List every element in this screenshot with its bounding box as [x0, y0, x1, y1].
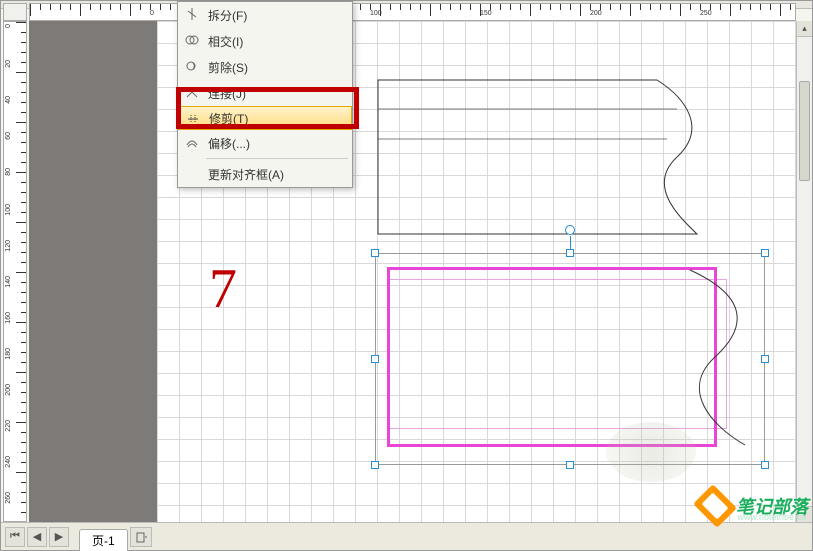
watermark-subtext: www.notetribe.cn [737, 512, 806, 522]
rotation-handle[interactable] [565, 225, 575, 235]
flag-shape-svg [377, 79, 702, 235]
page-tab-active[interactable]: 页-1 [79, 529, 128, 551]
add-page-button[interactable] [130, 527, 152, 547]
shape-flag-top[interactable] [377, 79, 702, 235]
resize-handle-se[interactable] [761, 461, 769, 469]
resize-handle-s[interactable] [566, 461, 574, 469]
scroll-thumb[interactable] [799, 81, 810, 181]
selection-group[interactable] [375, 253, 765, 465]
resize-handle-w[interactable] [371, 355, 379, 363]
menu-item-intersect[interactable]: 相交(I) [178, 28, 352, 54]
menu-item-connect[interactable]: 连接(J) [178, 80, 352, 106]
ruler-horizontal[interactable]: 050100150200250300 [29, 3, 796, 21]
step-number: 7 [209, 257, 237, 321]
offset-icon [184, 134, 200, 150]
resize-handle-nw[interactable] [371, 249, 379, 257]
page-next-button[interactable]: ▶ [49, 527, 69, 547]
app-window: 050100150200250300 020406080100120140160… [0, 0, 813, 551]
subtract-icon [184, 58, 200, 74]
status-bar: ⏮ ◀ ▶ 页-1 [1, 522, 812, 550]
intersect-icon [184, 32, 200, 48]
menu-label: 拆分(F) [208, 7, 247, 24]
menu-label: 偏移(...) [208, 135, 250, 152]
watermark-primary: 笔记部落 www.notetribe.cn [698, 492, 808, 520]
canvas[interactable]: 7 [29, 21, 796, 522]
connect-icon [184, 84, 200, 100]
page-prev-button[interactable]: ◀ [27, 527, 47, 547]
menu-item-split[interactable]: 拆分(F) [178, 2, 352, 28]
wave-shape-right[interactable] [685, 265, 755, 450]
resize-handle-e[interactable] [761, 355, 769, 363]
ruler-v-ticks: 020406080100120140160180200220240260280 [4, 22, 26, 521]
context-menu: 拆分(F) 相交(I) 剪除(S) 连接(J) 修剪(T) 偏移(...) 更新… [177, 1, 353, 188]
scroll-up-button[interactable]: ▴ [797, 21, 812, 37]
menu-label: 更新对齐框(A) [208, 166, 284, 183]
watermark-seal [606, 422, 696, 482]
menu-item-offset[interactable]: 偏移(...) [178, 130, 352, 156]
split-icon [184, 6, 200, 22]
wave-svg [685, 265, 755, 450]
resize-handle-sw[interactable] [371, 461, 379, 469]
ruler-h-ticks: 050100150200250300 [30, 4, 795, 20]
trim-icon [185, 111, 201, 127]
menu-item-trim[interactable]: 修剪(T) [178, 106, 352, 130]
resize-handle-n[interactable] [566, 249, 574, 257]
menu-label: 修剪(T) [209, 110, 248, 127]
pink-rectangle-shape[interactable] [387, 267, 717, 447]
menu-item-subtract[interactable]: 剪除(S) [178, 54, 352, 80]
pasteboard-margin [29, 21, 157, 522]
menu-label: 剪除(S) [208, 59, 248, 76]
menu-label: 相交(I) [208, 33, 243, 50]
menu-item-update-align[interactable]: 更新对齐框(A) [178, 161, 352, 187]
ruler-corner [3, 3, 27, 21]
resize-handle-ne[interactable] [761, 249, 769, 257]
page-first-button[interactable]: ⏮ [5, 527, 25, 547]
vertical-scrollbar[interactable]: ▴ ▾ [796, 21, 812, 522]
menu-label: 连接(J) [208, 85, 246, 102]
add-page-icon [135, 531, 147, 543]
ruler-vertical[interactable]: 020406080100120140160180200220240260280 [3, 21, 27, 522]
menu-separator [206, 158, 348, 159]
